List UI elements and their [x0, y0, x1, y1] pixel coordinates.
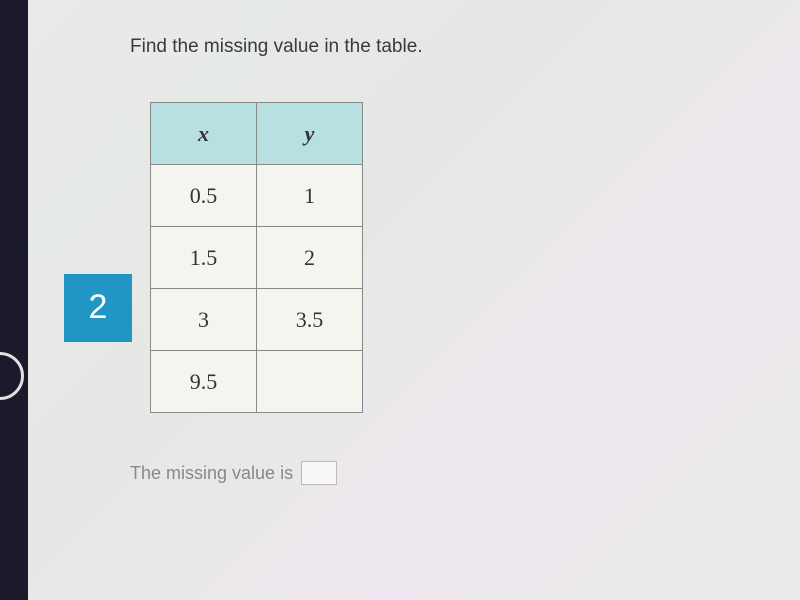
table-header-row: x y	[151, 103, 363, 165]
column-header-x: x	[151, 103, 257, 165]
table-container: 2 x y 0.5 1 1.5 2 3 3.5	[130, 102, 800, 413]
cell-y: 3.5	[257, 289, 363, 351]
instruction-text: Find the missing value in the table.	[130, 36, 800, 58]
table-row: 9.5	[151, 351, 363, 413]
column-header-y: y	[257, 103, 363, 165]
cell-x: 1.5	[151, 227, 257, 289]
question-number-badge: 2	[64, 274, 132, 342]
answer-input[interactable]	[301, 461, 337, 485]
device-edge	[0, 0, 28, 600]
cell-y: 1	[257, 165, 363, 227]
question-content: Find the missing value in the table. 2 x…	[0, 0, 800, 485]
table-row: 3 3.5	[151, 289, 363, 351]
cell-x: 0.5	[151, 165, 257, 227]
cell-x: 3	[151, 289, 257, 351]
table-row: 0.5 1	[151, 165, 363, 227]
answer-prompt-row: The missing value is	[130, 461, 800, 485]
answer-prompt-text: The missing value is	[130, 463, 293, 484]
cell-y: 2	[257, 227, 363, 289]
data-table: x y 0.5 1 1.5 2 3 3.5 9.5	[150, 102, 363, 413]
cell-x: 9.5	[151, 351, 257, 413]
cell-y-missing	[257, 351, 363, 413]
table-row: 1.5 2	[151, 227, 363, 289]
